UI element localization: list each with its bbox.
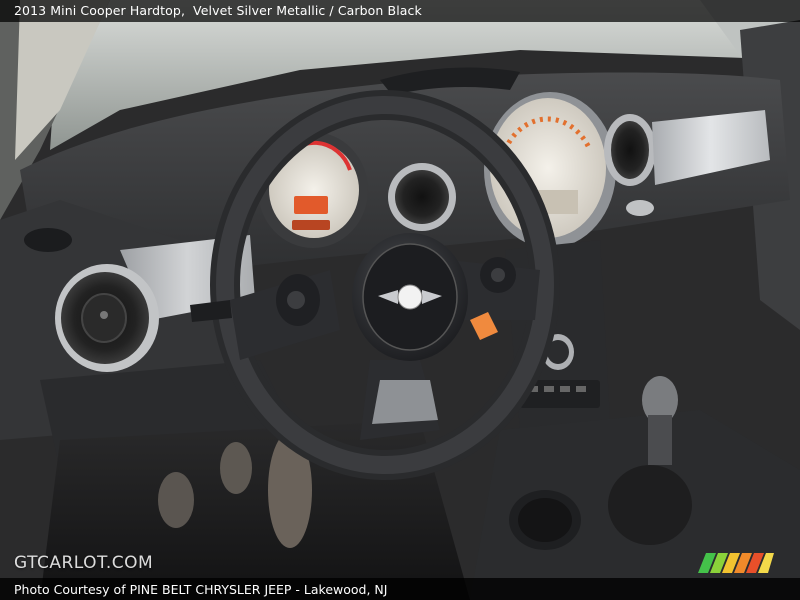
- caption-color: Velvet Silver Metallic / Carbon Black: [193, 3, 422, 18]
- caption-vehicle: 2013 Mini Cooper Hardtop,: [14, 3, 186, 18]
- photo-stage: 2013 Mini Cooper Hardtop, Velvet Silver M…: [0, 0, 800, 600]
- brand-stripes-icon: [698, 553, 774, 573]
- car-interior-photo: [0, 0, 800, 600]
- site-watermark: GTCARLOT.COM: [14, 553, 154, 573]
- photo-credit: Photo Courtesy of PINE BELT CHRYSLER JEE…: [14, 582, 388, 597]
- photo-caption: 2013 Mini Cooper Hardtop, Velvet Silver M…: [14, 3, 422, 18]
